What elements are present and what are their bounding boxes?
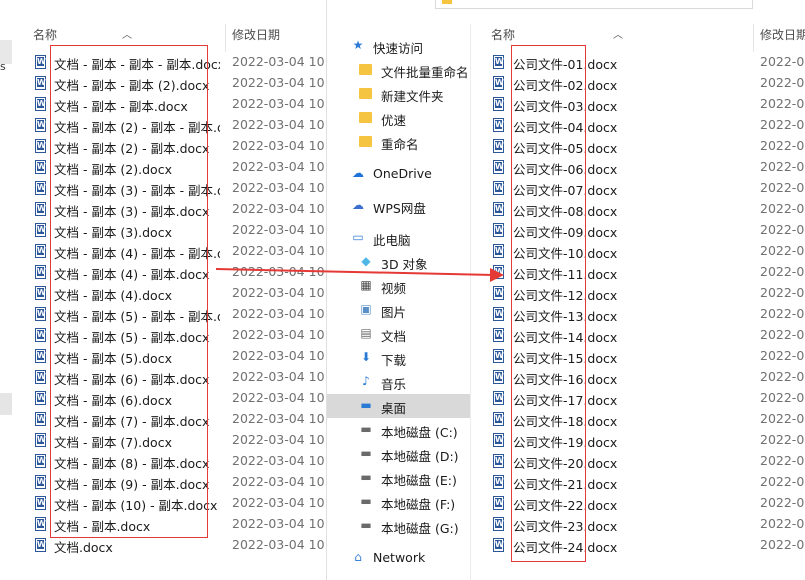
rename-arrow [215, 268, 504, 282]
arrow-shaft [215, 268, 495, 276]
arrow-head [490, 268, 504, 282]
